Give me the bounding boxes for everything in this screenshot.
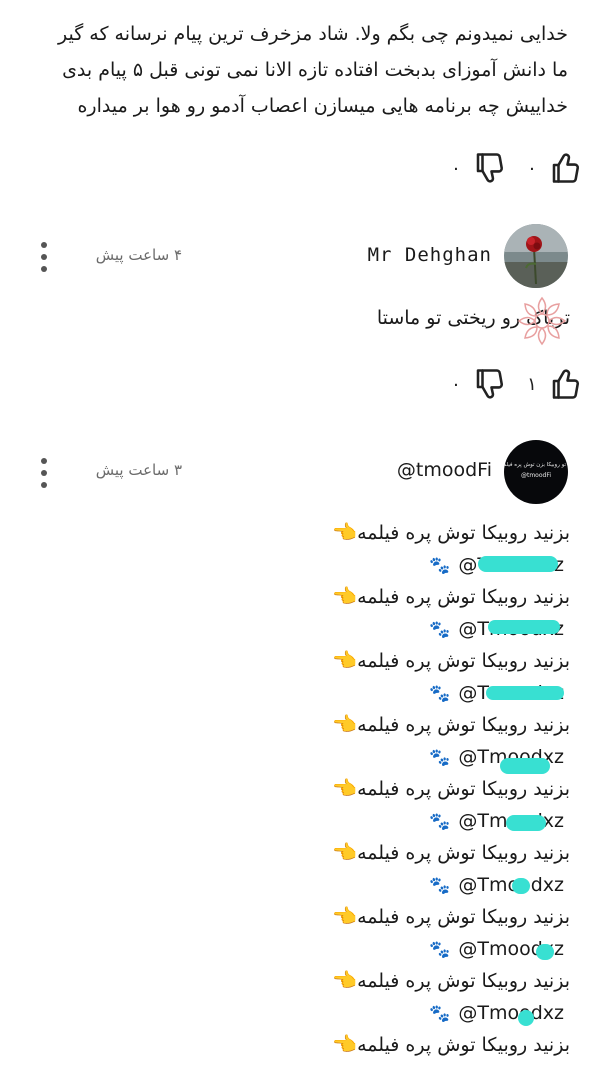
spam-text-line: بزنید روبیکا توش پره فیلمه👈 [330,772,570,804]
spam-text: بزنید روبیکا توش پره فیلمه [357,970,570,992]
spam-text-line: بزنید روبیکا توش پره فیلمه👈 [330,836,570,868]
spam-text: بزنید روبیکا توش پره فیلمه [357,1034,570,1056]
like-count: ۱ [527,373,537,395]
paw-prints-emoji: 🐾 [429,748,451,768]
thumbs-up-icon[interactable] [548,150,584,186]
highlight-marker [486,686,564,700]
spam-text-line: بزنید روبیکا توش پره فیلمه👈 [330,644,570,676]
highlight-marker [536,944,554,960]
comment-2-votes: ۰ ۱ [446,364,584,404]
spam-text-line: بزنید روبیکا توش پره فیلمه👈 [330,1028,570,1060]
comment-1-votes: ۰ ۰ [446,148,584,188]
more-vertical-icon[interactable] [34,240,54,274]
pointing-left-emoji: 👈 [332,968,358,992]
spam-text: بزنید روبیکا توش پره فیلمه [357,522,570,544]
spam-text-line: بزنید روبیکا توش پره فیلمه👈 [330,964,570,996]
paw-prints-emoji: 🐾 [429,684,451,704]
spam-text: بزنید روبیکا توش پره فیلمه [357,778,570,800]
avatar[interactable] [504,224,568,288]
spam-text: بزنید روبیکا توش پره فیلمه [357,586,570,608]
highlight-marker [506,815,546,831]
thumbs-down-icon[interactable] [472,366,508,402]
handle-link[interactable]: @Tmoodxz [458,1002,564,1024]
spam-text-line: بزنید روبیکا توش پره فیلمه👈 [330,900,570,932]
comment-1-line-3: خداییش چه برنامه هایی میسازن اعصاب آدمو … [77,95,568,117]
dislike-count: ۰ [451,373,461,395]
pointing-left-emoji: 👈 [332,904,358,928]
pointing-left-emoji: 👈 [332,712,358,736]
paw-prints-emoji: 🐾 [429,556,451,576]
handle-line: 🐾 @Tmoodxz [429,997,564,1029]
pointing-left-emoji: 👈 [332,520,358,544]
paw-prints-emoji: 🐾 [429,940,451,960]
flower-stamp [513,292,571,350]
highlight-marker [488,620,560,634]
highlight-marker [478,556,558,572]
pointing-left-emoji: 👈 [332,648,358,672]
avatar-handle: @tmoodFi [520,472,552,479]
pointing-left-emoji: 👈 [332,1032,358,1056]
spam-text: بزنید روبیکا توش پره فیلمه [357,842,570,864]
spam-text: بزنید روبیکا توش پره فیلمه [357,650,570,672]
more-vertical-icon[interactable] [34,456,54,490]
handle-line: 🐾@Tmoodxz [429,869,564,901]
comment-time: ۳ ساعت پیش [95,461,182,479]
pointing-left-emoji: 👈 [332,584,358,608]
comment-author[interactable]: @tmoodFi [397,459,492,481]
dislike-count: ۰ [451,157,461,179]
like-count: ۰ [527,157,537,179]
paw-prints-emoji: 🐾 [429,620,451,640]
comment-time: ۴ ساعت پیش [95,246,182,264]
spam-text-line: بزنید روبیکا توش پره فیلمه👈 [330,516,570,548]
highlight-marker [512,878,530,894]
thumbs-up-icon[interactable] [548,366,584,402]
spam-text-line: بزنید روبیکا توش پره فیلمه👈 [330,708,570,740]
highlight-marker [518,1010,534,1026]
paw-prints-emoji: 🐾 [429,876,451,896]
paw-prints-emoji: 🐾 [429,812,451,832]
comment-1-text: خدایی نمیدونم چی بگم ولا. شاد مزخرف ترین… [50,16,568,124]
avatar[interactable]: تو روبیکا بزن توش پره فیلمه @tmoodFi [504,440,568,504]
spam-text: بزنید روبیکا توش پره فیلمه [357,906,570,928]
pointing-left-emoji: 👈 [332,840,358,864]
avatar-caption: تو روبیکا بزن توش پره فیلمه [504,462,566,468]
pointing-left-emoji: 👈 [332,776,358,800]
comment-1-line-1: خدایی نمیدونم چی بگم ولا. شاد مزخرف ترین… [57,23,568,45]
thumbs-down-icon[interactable] [472,150,508,186]
spam-text-line: بزنید روبیکا توش پره فیلمه👈 [330,580,570,612]
comment-author[interactable]: Mr Dehghan [368,244,492,266]
paw-prints-emoji: 🐾 [429,1004,451,1024]
comment-1-line-2: ما دانش آموزای بدبخت افتاده تازه الانا ن… [62,59,568,81]
spam-text: بزنید روبیکا توش پره فیلمه [357,714,570,736]
